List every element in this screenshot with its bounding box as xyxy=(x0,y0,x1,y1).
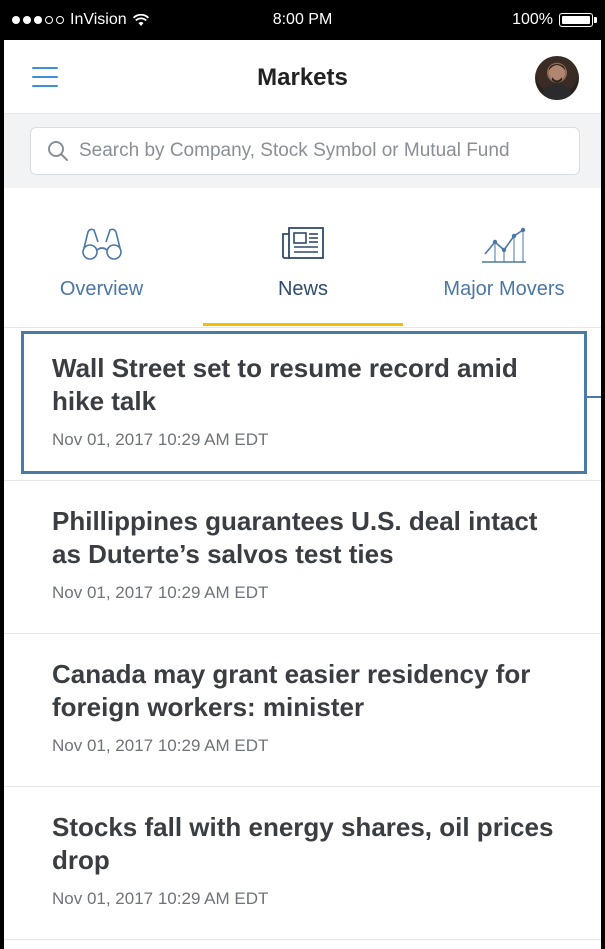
news-date: Nov 01, 2017 10:29 AM EDT xyxy=(52,430,269,449)
news-headline: Phillippines guarantees U.S. deal intact… xyxy=(52,506,538,569)
search-input[interactable] xyxy=(77,139,561,163)
annotation-connector xyxy=(587,396,605,398)
news-headline: Stocks fall with energy shares, oil pric… xyxy=(52,812,554,875)
tab-overview[interactable]: Overview xyxy=(0,188,203,328)
tab-bar: Overview News Major Movers xyxy=(0,188,605,328)
news-date: Nov 01, 2017 10:29 AM EDT xyxy=(52,583,269,602)
status-bar: InVision 8:00 PM 100% xyxy=(0,0,605,40)
tab-news[interactable]: News xyxy=(203,188,403,328)
newspaper-icon xyxy=(282,227,324,259)
battery-icon xyxy=(559,13,597,27)
tab-overview-label: Overview xyxy=(59,278,144,300)
avatar[interactable] xyxy=(535,56,579,100)
tab-major-movers[interactable]: Major Movers xyxy=(403,188,605,328)
battery-percent: 100% xyxy=(512,11,553,28)
news-date: Nov 01, 2017 10:29 AM EDT xyxy=(52,889,269,908)
news-headline: Wall Street set to resume record amid hi… xyxy=(52,353,518,416)
page-title: Markets xyxy=(257,64,348,91)
tab-news-label: News xyxy=(277,278,328,300)
active-tab-indicator xyxy=(203,323,403,326)
news-item[interactable]: Phillippines guarantees U.S. deal intact… xyxy=(0,481,605,634)
line-chart-icon xyxy=(482,227,526,263)
news-list: Wall Street set to resume record amid hi… xyxy=(0,328,605,940)
binoculars-icon xyxy=(81,228,122,260)
news-date: Nov 01, 2017 10:29 AM EDT xyxy=(52,736,269,755)
tab-major-movers-label: Major Movers xyxy=(443,278,565,300)
search-area xyxy=(0,114,605,188)
news-item[interactable]: Stocks fall with energy shares, oil pric… xyxy=(0,787,605,940)
news-item[interactable]: Wall Street set to resume record amid hi… xyxy=(0,328,605,481)
news-item[interactable]: Canada may grant easier residency for fo… xyxy=(0,634,605,787)
status-battery-group: 100% xyxy=(512,11,597,29)
avatar-icon xyxy=(541,64,573,100)
search-icon xyxy=(48,141,68,161)
nav-bar: Markets xyxy=(0,40,605,114)
news-headline: Canada may grant easier residency for fo… xyxy=(52,659,531,722)
search-box[interactable] xyxy=(30,127,580,175)
